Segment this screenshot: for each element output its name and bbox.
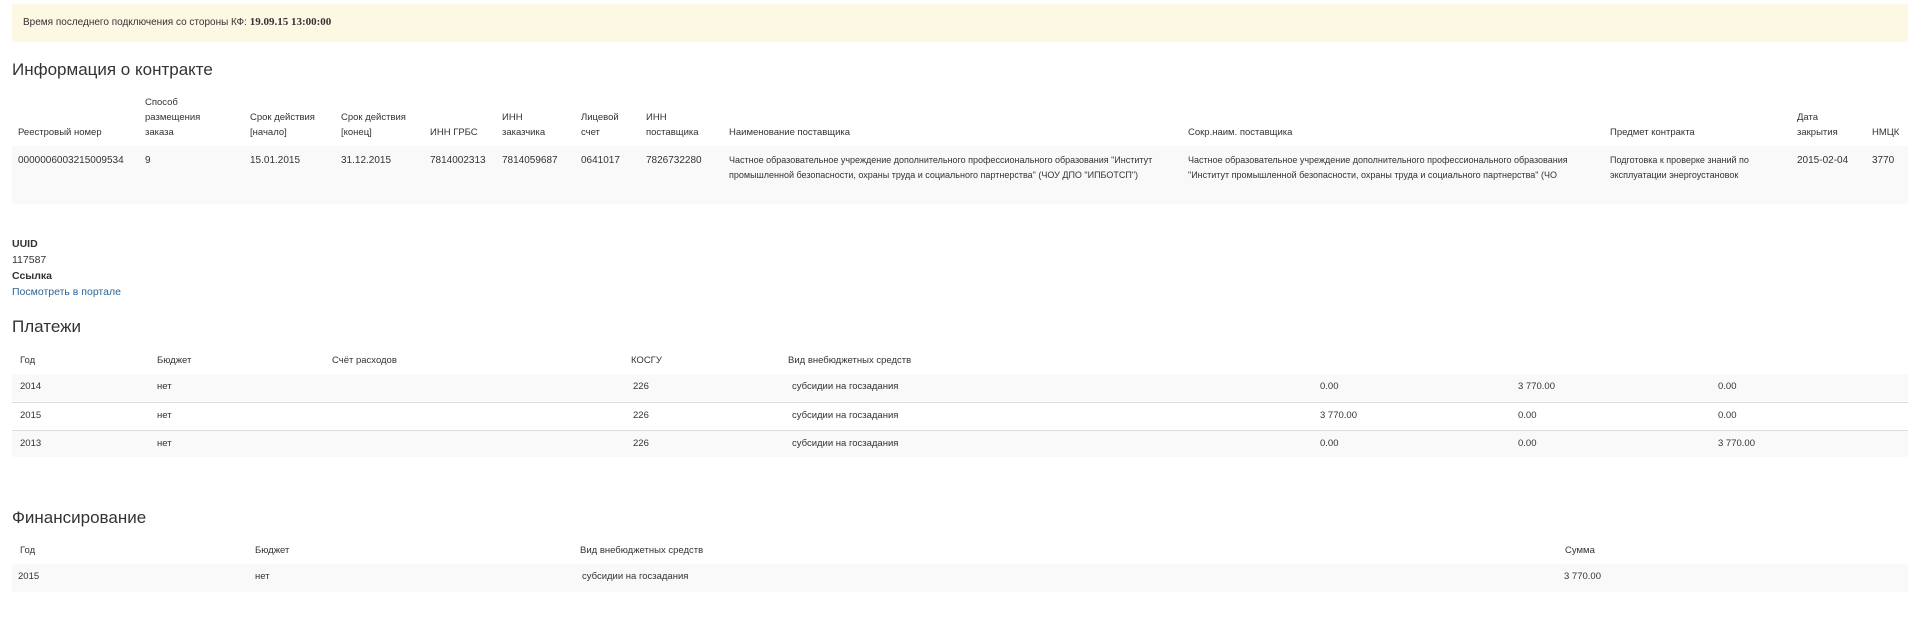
payments-row: 2015 нет 226 субсидии на госзадания 3 77…	[12, 402, 1908, 429]
payment-kosgu: 226	[633, 381, 649, 392]
link-label: Ссылка	[12, 270, 53, 282]
header-line: размещения	[145, 112, 201, 123]
payment-year: 2013	[20, 438, 42, 449]
header-line: НМЦК	[1872, 127, 1900, 138]
cell-supplier-short-name: Частное образовательное учреждение допол…	[1188, 155, 1568, 180]
cell-inn-customer: 7814059687	[502, 155, 558, 166]
payment-budget: нет	[157, 410, 172, 421]
cell-reg-number: 0000006003215009534	[18, 155, 124, 166]
header-reg-number: Реестровый номер	[18, 125, 102, 140]
header-line: ИНН ГРБС	[430, 127, 478, 138]
payment-amount-1: 3 770.00	[1320, 410, 1357, 421]
financing-sum: 3 770.00	[1564, 571, 1601, 582]
header-line: Срок действия	[341, 112, 406, 123]
header-supplier-name: Наименование поставщика	[729, 125, 850, 140]
financing-header-extrabudget-kind: Вид внебюджетных средств	[580, 545, 704, 556]
header-term-start: Срок действия [начало]	[250, 110, 315, 140]
payments-title: Платежи	[12, 317, 81, 336]
header-line: Дата	[1797, 112, 1819, 123]
financing-budget: нет	[255, 571, 270, 582]
payment-kosgu: 226	[633, 438, 649, 449]
financing-title: Финансирование	[12, 508, 147, 527]
cell-nmck: 3770	[1872, 155, 1895, 166]
header-line: заказчика	[502, 127, 546, 138]
header-line: Наименование поставщика	[729, 127, 851, 138]
financing-header-sum: Сумма	[1565, 545, 1595, 556]
header-inn-grbs: ИНН ГРБС	[430, 125, 478, 140]
payment-amount-2: 3 770.00	[1518, 381, 1555, 392]
header-line: закрытия	[1797, 127, 1838, 138]
payment-amount-3: 0.00	[1718, 381, 1737, 392]
cell-term-start: 15.01.2015	[250, 155, 301, 166]
header-inn-customer: ИНН заказчика	[502, 110, 545, 140]
cell-close-date: 2015-02-04	[1797, 155, 1849, 166]
header-line: поставщика	[646, 127, 699, 138]
payment-kind: субсидии на госзадания	[792, 381, 899, 392]
payment-budget: нет	[157, 381, 172, 392]
last-connection-time: 19.09.15 13:00:00	[249, 16, 332, 28]
payments-header-kosgu: КОСГУ	[631, 355, 662, 366]
header-contract-subject: Предмет контракта	[1610, 125, 1695, 140]
payments-header-expense-account: Счёт расходов	[332, 355, 397, 366]
header-line: Срок действия	[250, 112, 315, 123]
payment-amount-1: 0.00	[1320, 381, 1339, 392]
last-connection-label: Время последнего подключения со стороны …	[23, 17, 247, 28]
header-line: Реестровый номер	[18, 127, 102, 138]
payments-header-budget: Бюджет	[157, 355, 192, 366]
cell-term-end: 31.12.2015	[341, 155, 392, 166]
financing-header-year: Год	[20, 545, 36, 556]
payment-amount-3: 3 770.00	[1718, 438, 1755, 449]
cell-inn-grbs: 7814002313	[430, 155, 486, 166]
payment-kind: субсидии на госзадания	[792, 410, 899, 421]
header-line: Предмет контракта	[1610, 127, 1695, 138]
uuid-label: UUID	[12, 238, 38, 250]
payment-amount-3: 0.00	[1718, 410, 1737, 421]
payment-year: 2014	[20, 381, 42, 392]
header-line: [начало]	[250, 127, 287, 138]
financing-row: 2015 нет субсидии на госзадания 3 770.00	[12, 564, 1908, 592]
payment-year: 2015	[20, 410, 42, 421]
contract-info-title: Информация о контракте	[12, 60, 213, 79]
header-line: заказа	[145, 127, 174, 138]
header-term-end: Срок действия [конец]	[341, 110, 406, 140]
header-line: [конец]	[341, 127, 372, 138]
payment-kosgu: 226	[633, 410, 649, 421]
header-line: ИНН	[646, 112, 667, 123]
header-inn-supplier: ИНН поставщика	[646, 110, 699, 140]
payment-budget: нет	[157, 438, 172, 449]
cell-supplier-name: Частное образовательное учреждение допол…	[729, 155, 1153, 180]
payments-row: 2013 нет 226 субсидии на госзадания 0.00…	[12, 430, 1908, 457]
financing-kind: субсидии на госзадания	[582, 571, 689, 582]
payments-header-extrabudget-kind: Вид внебюджетных средств	[788, 355, 912, 366]
header-line: Сокр.наим. поставщика	[1188, 127, 1293, 138]
payment-amount-2: 0.00	[1518, 438, 1537, 449]
last-connection-banner: Время последнего подключения со стороны …	[12, 4, 1908, 42]
payments-header-year: Год	[20, 355, 36, 366]
header-nmck: НМЦК	[1872, 125, 1899, 140]
payments-row: 2014 нет 226 субсидии на госзадания 0.00…	[12, 374, 1908, 401]
last-connection-text: Время последнего подключения со стороны …	[23, 16, 331, 28]
financing-header-budget: Бюджет	[255, 545, 290, 556]
cell-inn-supplier: 7826732280	[646, 155, 702, 166]
header-line: ИНН	[502, 112, 523, 123]
header-close-date: Дата закрытия	[1797, 110, 1838, 140]
header-line: счет	[581, 127, 600, 138]
financing-year: 2015	[18, 571, 40, 582]
payment-amount-2: 0.00	[1518, 410, 1537, 421]
cell-placement-method: 9	[145, 155, 151, 166]
header-placement-method: Способ размещения заказа	[145, 95, 200, 140]
header-supplier-short-name: Сокр.наим. поставщика	[1188, 125, 1292, 140]
cell-account: 0641017	[581, 155, 620, 166]
header-line: Лицевой	[581, 112, 619, 123]
header-account: Лицевой счет	[581, 110, 619, 140]
header-line: Способ	[145, 97, 178, 108]
payment-kind: субсидии на госзадания	[792, 438, 899, 449]
payment-amount-1: 0.00	[1320, 438, 1339, 449]
view-in-portal-link[interactable]: Посмотреть в портале	[12, 286, 121, 298]
cell-contract-subject: Подготовка к проверке знаний по эксплуат…	[1610, 155, 1749, 180]
uuid-value: 117587	[12, 254, 47, 266]
